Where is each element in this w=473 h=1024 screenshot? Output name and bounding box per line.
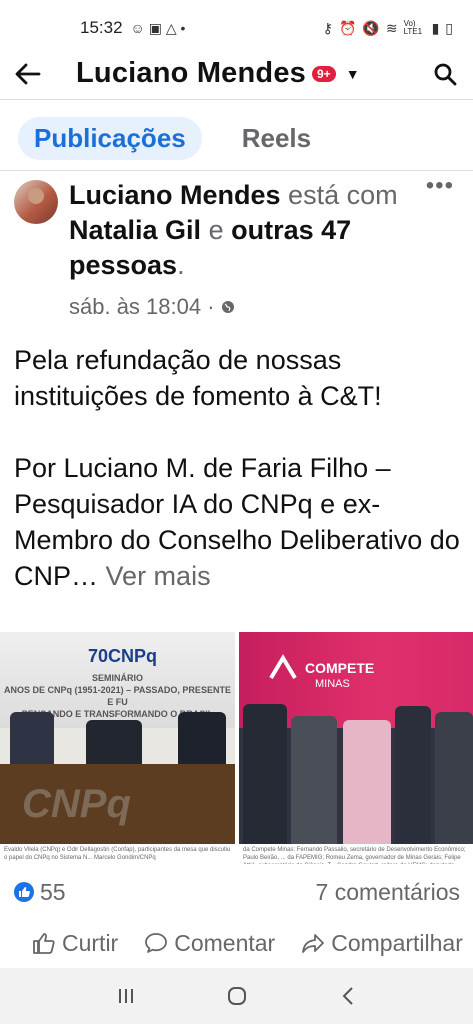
person-figure bbox=[343, 720, 391, 844]
cnpq-logo: 70CNPq bbox=[88, 646, 158, 666]
tab-reels[interactable]: Reels bbox=[226, 117, 327, 160]
person-figure bbox=[291, 716, 337, 844]
key-icon: ⚷ bbox=[322, 19, 333, 36]
compete-logo-icon bbox=[269, 654, 297, 680]
tab-publicacoes[interactable]: Publicações bbox=[18, 116, 202, 160]
share-icon bbox=[302, 934, 325, 953]
globe-icon bbox=[221, 301, 234, 313]
person-figure bbox=[178, 712, 226, 772]
page-title-dropdown[interactable]: Luciano Mendes 9+ ▼ bbox=[76, 57, 360, 90]
post-paragraph-2: Por Luciano M. de Faria Filho – Pesquisa… bbox=[14, 453, 460, 591]
profile-tabs: Publicações Reels bbox=[0, 110, 473, 166]
mute-icon: 🔇 bbox=[362, 19, 380, 36]
photo-compete-minas[interactable]: COMPETE MINAS da Compete Minas: Fernando… bbox=[239, 632, 473, 864]
alarm-icon: ⏰ bbox=[338, 19, 357, 36]
thumbs-up-icon bbox=[33, 933, 55, 954]
divider bbox=[0, 170, 473, 171]
avatar[interactable] bbox=[14, 180, 58, 224]
comments-count[interactable]: 7 comentários bbox=[316, 879, 460, 906]
like-reaction-icon[interactable] bbox=[14, 882, 34, 902]
post-body: Pela refundação de nossas instituições d… bbox=[14, 342, 464, 594]
top-bar: Luciano Mendes 9+ ▼ bbox=[0, 48, 473, 100]
photo-caption-left: Evaldo Vilela (CNPq) e Odir Dellagostin … bbox=[0, 844, 235, 864]
like-count[interactable]: 55 bbox=[40, 879, 66, 906]
compete-text: COMPETE MINAS bbox=[305, 660, 375, 690]
tagged-person[interactable]: Natalia Gil bbox=[69, 215, 201, 245]
share-button[interactable]: Compartilhar bbox=[301, 930, 463, 957]
post-photos: 70CNPq SEMINÁRIO ANOS DE CNPq (1951-2021… bbox=[0, 632, 473, 864]
person-figure bbox=[395, 706, 431, 844]
reactions-bar: 55 7 comentários bbox=[14, 874, 460, 910]
back-nav-button[interactable] bbox=[328, 976, 368, 1016]
comment-button[interactable]: Comentar bbox=[144, 930, 275, 957]
recent-apps-button[interactable] bbox=[106, 976, 146, 1016]
system-nav-bar bbox=[0, 968, 473, 1024]
back-arrow-icon bbox=[15, 63, 41, 84]
post-actions: Curtir Comentar Compartilhar bbox=[0, 918, 473, 968]
home-icon bbox=[227, 987, 246, 1005]
back-button[interactable] bbox=[0, 48, 56, 100]
person-figure bbox=[10, 712, 54, 772]
post-paragraph-1: Pela refundação de nossas instituições d… bbox=[14, 345, 382, 411]
page-title: Luciano Mendes bbox=[76, 57, 306, 89]
search-icon bbox=[434, 63, 457, 85]
post-author-line: Luciano Mendes está com Natalia Gil e ou… bbox=[69, 180, 398, 280]
search-button[interactable] bbox=[417, 48, 473, 100]
post-time[interactable]: sáb. às 18:04 · bbox=[69, 294, 215, 320]
post-meta: sáb. às 18:04 · bbox=[69, 294, 235, 320]
chevron-left-icon bbox=[342, 987, 353, 1005]
see-more-link[interactable]: Ver mais bbox=[106, 561, 211, 591]
recent-apps-icon bbox=[118, 989, 133, 1003]
home-button[interactable] bbox=[217, 976, 257, 1016]
person-figure bbox=[435, 712, 473, 844]
table-cnpq-logo: CNPq bbox=[22, 782, 131, 826]
photo-cnpq-seminar[interactable]: 70CNPq SEMINÁRIO ANOS DE CNPq (1951-2021… bbox=[0, 632, 235, 864]
chevron-down-icon: ▼ bbox=[345, 65, 360, 82]
with-text: está com bbox=[288, 180, 398, 210]
status-time: 15:32 bbox=[80, 18, 123, 37]
photo-caption-right: da Compete Minas: Fernando Passalio, sec… bbox=[239, 844, 473, 864]
signal-icon: ▮ bbox=[431, 19, 440, 36]
network-label: Vo) LTE1 bbox=[403, 19, 423, 36]
person-figure bbox=[243, 704, 287, 844]
more-options-icon[interactable]: ••• bbox=[426, 174, 454, 198]
post-author[interactable]: Luciano Mendes bbox=[69, 180, 281, 210]
conj-text: e bbox=[208, 215, 224, 245]
battery-icon: ▯ bbox=[445, 19, 453, 36]
comment-icon bbox=[145, 933, 168, 953]
notification-icons: ☺ ▣ △ • bbox=[130, 19, 186, 36]
notification-badge: 9+ bbox=[312, 65, 336, 82]
wifi-icon: ≋ bbox=[385, 19, 398, 36]
like-button[interactable]: Curtir bbox=[32, 930, 118, 957]
